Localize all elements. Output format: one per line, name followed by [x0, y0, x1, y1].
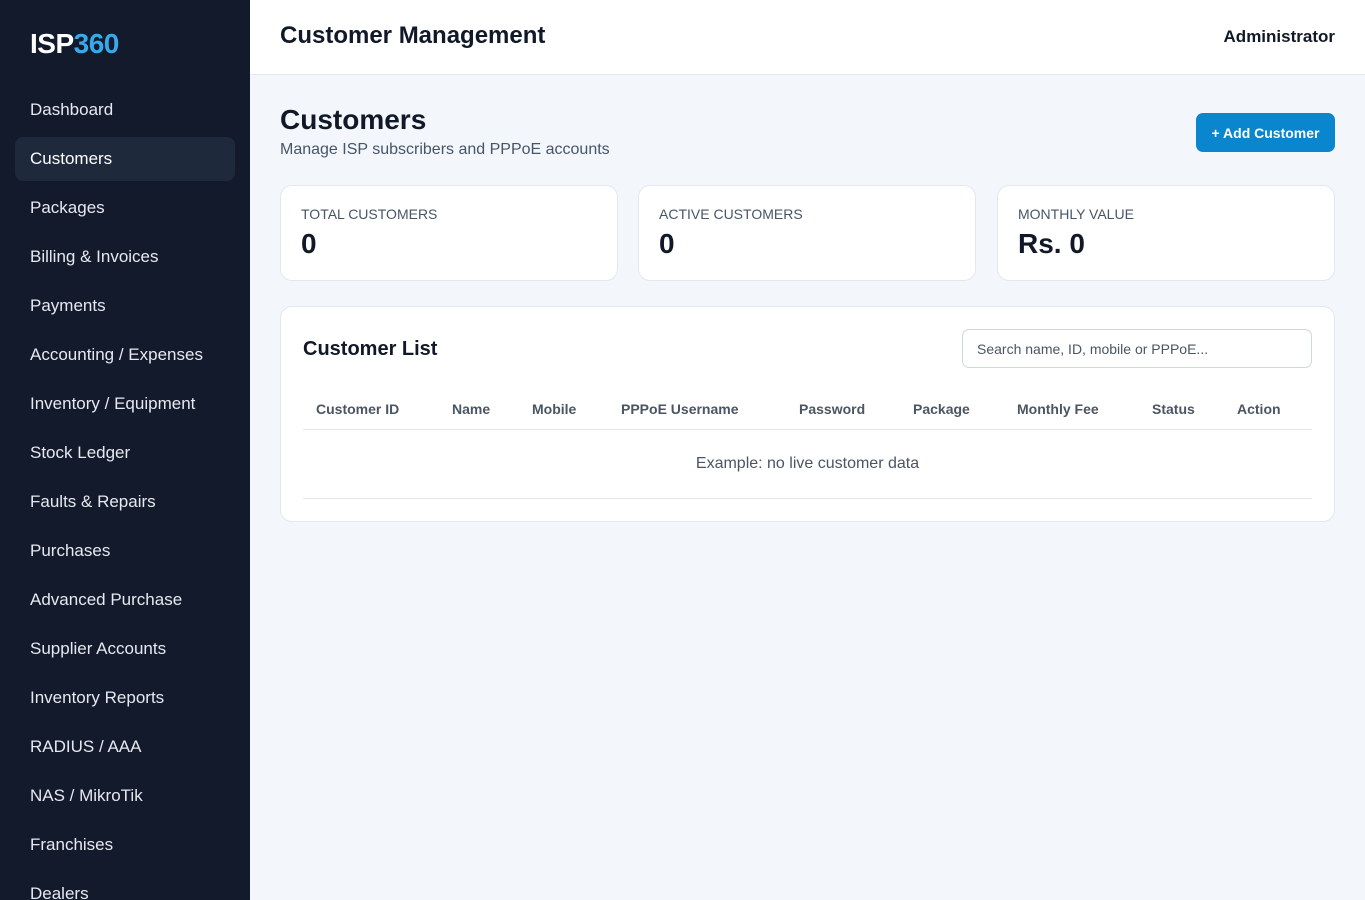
- column-header-password[interactable]: Password: [799, 401, 865, 417]
- header-title: Customer Management: [280, 22, 546, 49]
- sidebar-item-supplier-accounts[interactable]: Supplier Accounts: [15, 627, 235, 671]
- sidebar-item-faults-repairs[interactable]: Faults & Repairs: [15, 480, 235, 524]
- customer-table: Customer ID Name Mobile PPPoE Username P…: [303, 391, 1312, 499]
- column-header-pppoe-username[interactable]: PPPoE Username: [621, 401, 739, 417]
- sidebar-item-purchases[interactable]: Purchases: [15, 529, 235, 573]
- sidebar-item-payments[interactable]: Payments: [15, 284, 235, 328]
- stat-value: 0: [301, 228, 317, 259]
- stat-label: MONTHLY VALUE: [1018, 206, 1134, 222]
- user-menu[interactable]: Administrator: [1224, 27, 1335, 47]
- customer-list-card: Customer List Customer ID Name Mobile PP…: [280, 306, 1335, 522]
- stat-value: Rs. 0: [1018, 228, 1085, 259]
- sidebar-item-dashboard[interactable]: Dashboard: [15, 88, 235, 132]
- sidebar: ISP360 Dashboard Customers Packages Bill…: [0, 0, 250, 900]
- column-header-customer-id[interactable]: Customer ID: [316, 401, 399, 417]
- stat-value: 0: [659, 228, 675, 259]
- sidebar-item-nas-mikrotik[interactable]: NAS / MikroTik: [15, 774, 235, 818]
- sidebar-item-advanced-purchase[interactable]: Advanced Purchase: [15, 578, 235, 622]
- search-input[interactable]: [962, 329, 1312, 368]
- sidebar-item-stock-ledger[interactable]: Stock Ledger: [15, 431, 235, 475]
- page-subtitle: Manage ISP subscribers and PPPoE account…: [280, 141, 610, 158]
- column-header-mobile[interactable]: Mobile: [532, 401, 576, 417]
- column-header-action[interactable]: Action: [1237, 401, 1281, 417]
- sidebar-item-accounting-expenses[interactable]: Accounting / Expenses: [15, 333, 235, 377]
- stat-card-active-customers: ACTIVE CUSTOMERS 0: [638, 185, 976, 281]
- sidebar-item-dealers[interactable]: Dealers: [15, 872, 235, 900]
- stat-label: TOTAL CUSTOMERS: [301, 206, 438, 222]
- column-header-monthly-fee[interactable]: Monthly Fee: [1017, 401, 1099, 417]
- sidebar-item-customers[interactable]: Customers: [15, 137, 235, 181]
- logo-accent-text: 360: [73, 28, 120, 59]
- app-logo[interactable]: ISP360: [30, 28, 119, 60]
- sidebar-item-billing-invoices[interactable]: Billing & Invoices: [15, 235, 235, 279]
- add-customer-button[interactable]: + Add Customer: [1196, 113, 1335, 152]
- column-header-name[interactable]: Name: [452, 401, 490, 417]
- column-header-package[interactable]: Package: [913, 401, 970, 417]
- sidebar-nav: Dashboard Customers Packages Billing & I…: [15, 88, 235, 900]
- column-header-status[interactable]: Status: [1152, 401, 1195, 417]
- stat-card-total-customers: TOTAL CUSTOMERS 0: [280, 185, 618, 281]
- customer-list-title: Customer List: [303, 338, 438, 360]
- logo-main-text: ISP: [30, 28, 74, 59]
- stat-card-monthly-value: MONTHLY VALUE Rs. 0: [997, 185, 1335, 281]
- top-header: Customer Management Administrator: [250, 0, 1365, 75]
- stat-label: ACTIVE CUSTOMERS: [659, 206, 803, 222]
- page-title: Customers: [280, 104, 427, 135]
- table-header: Customer ID Name Mobile PPPoE Username P…: [303, 391, 1312, 430]
- sidebar-item-radius-aaa[interactable]: RADIUS / AAA: [15, 725, 235, 769]
- sidebar-item-franchises[interactable]: Franchises: [15, 823, 235, 867]
- sidebar-item-inventory-equipment[interactable]: Inventory / Equipment: [15, 382, 235, 426]
- sidebar-item-inventory-reports[interactable]: Inventory Reports: [15, 676, 235, 720]
- sidebar-item-packages[interactable]: Packages: [15, 186, 235, 230]
- empty-state-message: Example: no live customer data: [303, 430, 1312, 499]
